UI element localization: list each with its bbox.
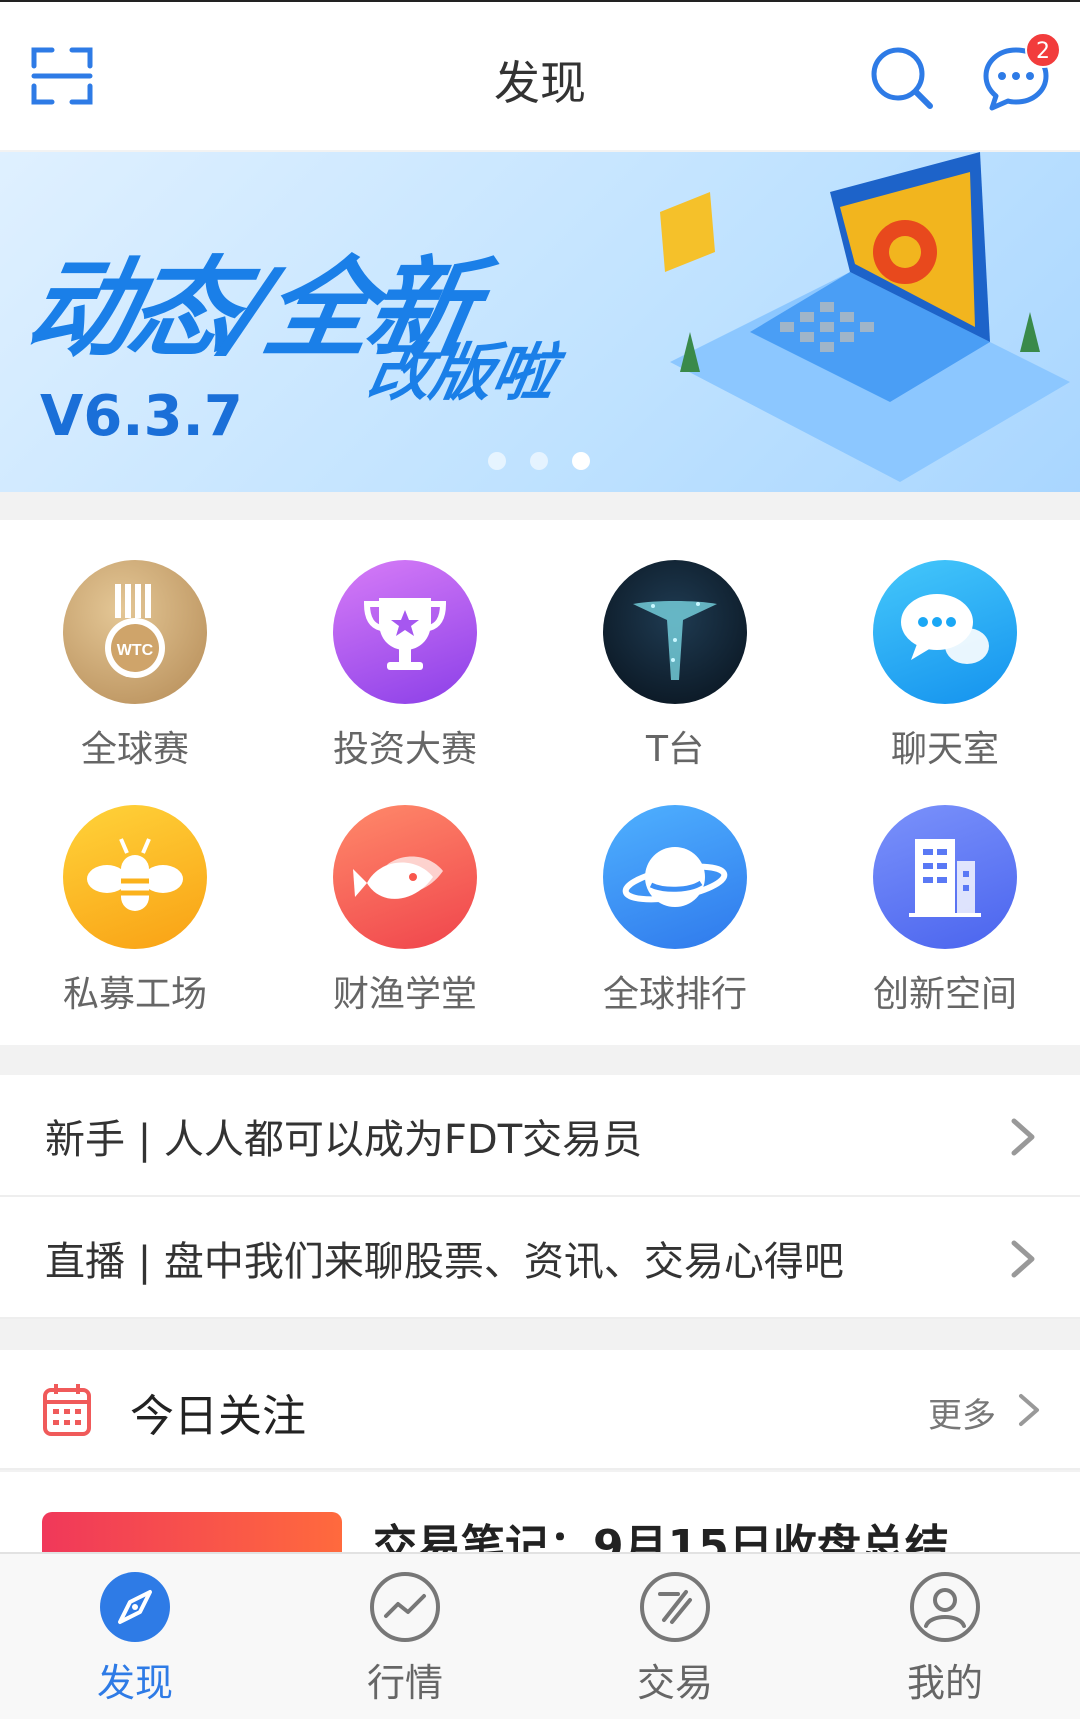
link-row-live[interactable]: 直播 | 盘中我们来聊股票、资讯、交易心得吧 <box>0 1197 1080 1319</box>
chevron-right-icon[interactable] <box>1015 1390 1043 1430</box>
banner-version: V6.3.7 <box>40 384 243 449</box>
article-headline: 交易笔记：9月15日收盘总结 <box>373 1521 949 1552</box>
chevron-right-icon <box>1011 1118 1035 1156</box>
grid-item-t-stage[interactable]: T台 <box>540 520 810 770</box>
grid-item-private-fund[interactable]: 私募工场 <box>0 765 270 1015</box>
banner-pagination <box>488 452 590 470</box>
calendar-icon <box>43 1384 91 1436</box>
grid-item-label: 全球排行 <box>602 974 747 1015</box>
svg-text:WTC: WTC <box>117 642 154 659</box>
chevron-right-icon <box>1011 1240 1035 1278</box>
announcement-list: 新手 | 人人都可以成为FDT交易员 直播 | 盘中我们来聊股票、资讯、交易心得… <box>0 1075 1080 1319</box>
today-focus-title: 今日关注 <box>130 1391 306 1442</box>
more-link[interactable]: 更多 <box>928 1388 996 1437</box>
article-thumbnail <box>42 1512 342 1552</box>
tab-label: 交易 <box>636 1661 713 1705</box>
chat-icon <box>873 560 1017 704</box>
app-header: 发现 2 <box>0 0 1080 150</box>
building-icon <box>873 805 1017 949</box>
t-stage-icon <box>603 560 747 704</box>
grid-item-label: 私募工场 <box>62 974 207 1015</box>
grid-item-global-ranking[interactable]: 全球排行 <box>540 765 810 1015</box>
tab-label: 我的 <box>906 1661 983 1705</box>
tab-label: 发现 <box>96 1661 173 1705</box>
grid-item-label: 财渔学堂 <box>332 974 477 1015</box>
feature-grid: WTC 全球赛 投资大赛 T台 聊天室 私募工场 财渔学堂 全球排行 创新空间 <box>0 520 1080 1045</box>
wtc-medal-icon: WTC <box>63 560 207 704</box>
search-icon[interactable] <box>868 44 934 110</box>
tab-mine[interactable]: 我的 <box>810 1554 1080 1719</box>
fish-icon <box>333 805 477 949</box>
user-icon <box>910 1572 980 1642</box>
tab-label: 行情 <box>366 1661 443 1705</box>
laptop-illustration <box>660 152 1070 482</box>
planet-icon <box>603 805 747 949</box>
bottom-tab-bar: 发现 行情 交易 我的 <box>0 1552 1080 1719</box>
grid-item-label: 创新空间 <box>872 974 1017 1015</box>
link-text: 新手 | 人人都可以成为FDT交易员 <box>45 1117 643 1163</box>
link-row-beginner[interactable]: 新手 | 人人都可以成为FDT交易员 <box>0 1075 1080 1197</box>
today-focus-header: 今日关注 更多 <box>0 1350 1080 1470</box>
grid-item-innovation-space[interactable]: 创新空间 <box>810 765 1080 1015</box>
tab-trade[interactable]: 交易 <box>540 1554 810 1719</box>
link-text: 直播 | 盘中我们来聊股票、资讯、交易心得吧 <box>45 1239 844 1285</box>
trophy-icon <box>333 560 477 704</box>
article-item[interactable]: 交易笔记：9月15日收盘总结 <box>0 1472 1080 1552</box>
pagination-dot-active[interactable] <box>572 452 590 470</box>
tab-discover[interactable]: 发现 <box>0 1554 270 1719</box>
promo-banner[interactable]: 动态/全新 改版啦 V6.3.7 <box>0 152 1080 492</box>
grid-item-chat-room[interactable]: 聊天室 <box>810 520 1080 770</box>
bee-icon <box>63 805 207 949</box>
compass-icon <box>100 1572 170 1642</box>
notification-badge: 2 <box>1025 32 1061 68</box>
trade-icon <box>640 1572 710 1642</box>
trend-icon <box>370 1572 440 1642</box>
banner-subline: 改版啦 <box>362 336 562 409</box>
pagination-dot[interactable] <box>488 452 506 470</box>
grid-item-global-contest[interactable]: WTC 全球赛 <box>0 520 270 770</box>
grid-item-investment-contest[interactable]: 投资大赛 <box>270 520 540 770</box>
tab-market[interactable]: 行情 <box>270 1554 540 1719</box>
pagination-dot[interactable] <box>530 452 548 470</box>
grid-item-fish-school[interactable]: 财渔学堂 <box>270 765 540 1015</box>
